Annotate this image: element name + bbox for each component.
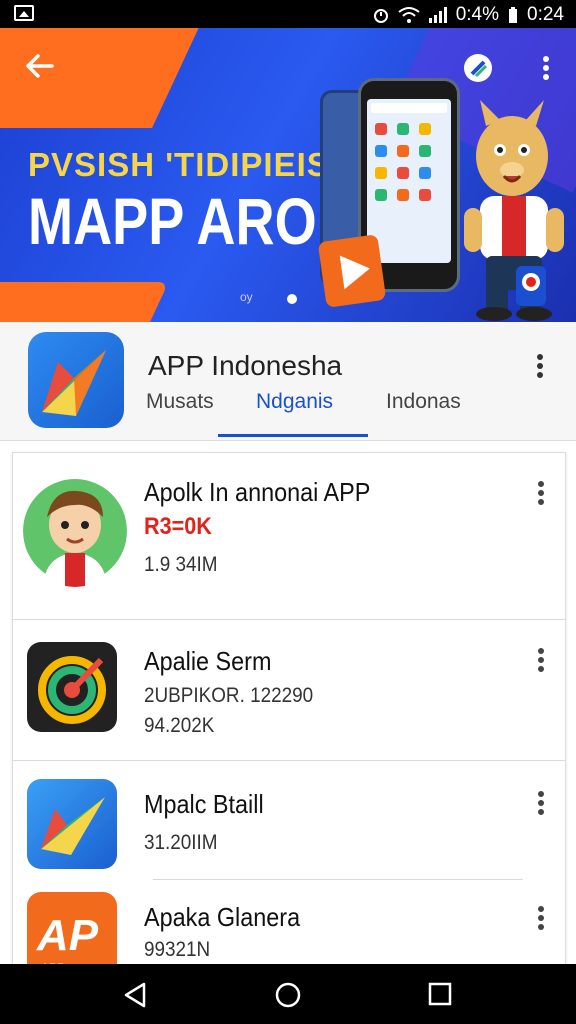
more-vert-icon[interactable] xyxy=(535,904,547,932)
app-name: Apalie Serm xyxy=(144,646,272,676)
battery-percent: 0:4% xyxy=(455,4,500,25)
app-downloads: 31.20IIM xyxy=(144,831,218,854)
tab-ndganis[interactable]: Ndganis xyxy=(256,390,333,414)
home-nav-icon[interactable] xyxy=(275,982,301,1008)
app-downloads: 94.202K xyxy=(144,714,215,737)
gallery-icon xyxy=(14,5,34,21)
brand-badge-icon xyxy=(464,54,492,82)
status-icons: 0:4% 0:24 xyxy=(372,4,564,26)
tab-indonas[interactable]: Indonas xyxy=(386,390,461,414)
mascot-avatar-icon xyxy=(23,475,127,587)
list-item[interactable]: Apolk In annonai APP R3=0K 1.9 34IM xyxy=(13,453,565,619)
more-vert-icon[interactable] xyxy=(534,352,546,380)
clock: 0:24 xyxy=(527,4,564,25)
battery-icon xyxy=(509,7,518,23)
list-item[interactable]: AP APP Apaka Glanera 99321N xyxy=(13,880,565,973)
app-name: Apaka Glanera xyxy=(144,902,301,932)
back-nav-icon[interactable] xyxy=(122,982,148,1008)
list-item[interactable]: Apalie Serm 2UBPIKOR. 122290 94.202K xyxy=(13,620,565,760)
ap-app-icon: AP APP xyxy=(27,892,117,973)
app-title: APP Indonesha xyxy=(148,350,343,381)
hero-banner: PVSISH 'TIDIPIEIS MAPP ARONIA oy xyxy=(0,28,576,322)
app-logo-icon xyxy=(28,332,124,428)
app-downloads: 99321N xyxy=(144,938,211,961)
paper-plane-app-icon xyxy=(27,779,117,869)
hero-corner-text: oy xyxy=(240,290,253,304)
app-meta: 2UBPIKOR. 122290 xyxy=(144,684,314,707)
system-nav-bar xyxy=(0,964,576,1024)
app-price: R3=0K xyxy=(144,513,212,540)
signal-icon xyxy=(428,7,447,23)
target-app-icon xyxy=(27,642,117,732)
list-item[interactable]: Mpalc Btaill 31.20IIM xyxy=(13,761,565,879)
more-vert-icon[interactable] xyxy=(536,54,556,82)
ap-app-icon-text: AP xyxy=(36,911,99,960)
hero-decor xyxy=(0,282,169,322)
active-tab-indicator xyxy=(218,434,368,437)
hero-subtitle: PVSISH 'TIDIPIEIS xyxy=(28,146,330,183)
recents-nav-icon[interactable] xyxy=(428,982,452,1006)
alarm-icon xyxy=(373,9,388,23)
app-header: APP Indonesha Musats Ndganis Indonas xyxy=(0,322,576,441)
carousel-indicator xyxy=(287,294,297,304)
mascot-illustration xyxy=(464,100,564,321)
app-name: Apolk In annonai APP xyxy=(144,477,371,507)
app-list: Apolk In annonai APP R3=0K 1.9 34IM Apal… xyxy=(12,452,566,974)
more-vert-icon[interactable] xyxy=(535,479,547,507)
tab-musats[interactable]: Musats xyxy=(146,390,214,414)
app-downloads: 1.9 34IM xyxy=(144,553,218,576)
back-arrow-icon[interactable] xyxy=(24,50,56,82)
more-vert-icon[interactable] xyxy=(535,789,547,817)
more-vert-icon[interactable] xyxy=(535,646,547,674)
app-name: Mpalc Btaill xyxy=(144,789,264,819)
status-bar: 0:4% 0:24 xyxy=(0,0,576,28)
tab-bar: Musats Ndganis Indonas xyxy=(146,390,566,440)
wifi-icon xyxy=(398,7,420,23)
play-store-icon xyxy=(317,234,387,308)
